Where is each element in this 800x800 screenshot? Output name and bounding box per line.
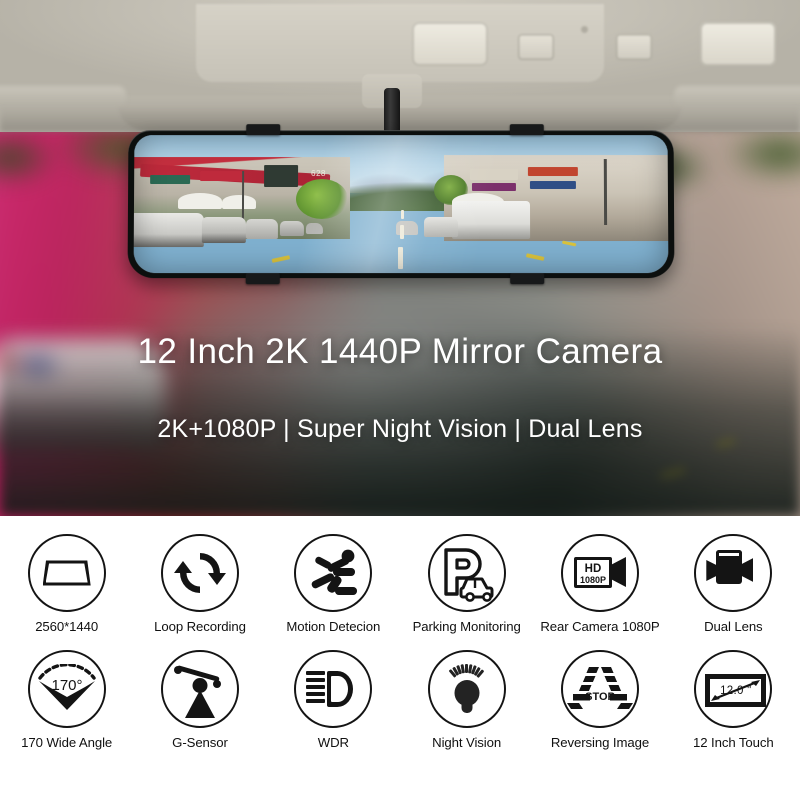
feature-label: G-Sensor <box>172 735 228 750</box>
diagonal-measure-arrow <box>711 680 761 701</box>
dome-light-console <box>196 4 776 82</box>
mirror-dashcam-product: 628 <box>127 124 675 285</box>
scene-building-number: 628 <box>311 169 326 179</box>
scene-umbrella <box>177 193 223 209</box>
hero-subtitle: 2K+1080P | Super Night Vision | Dual Len… <box>157 415 643 443</box>
dome-light-button <box>518 34 554 60</box>
feature-item-reversing-image: STOP Reversing Image <box>533 650 666 750</box>
feature-label: Motion Detecion <box>286 619 381 634</box>
sensor-weight <box>173 666 182 674</box>
sun-visor-right <box>674 86 800 106</box>
feature-row: 2560*1440 Loop Recording Motion Detecion… <box>0 534 800 634</box>
scene-van <box>451 201 531 240</box>
field-of-view-glyph: 170° <box>37 664 96 710</box>
feature-label: Loop Recording <box>154 619 246 634</box>
scene-car <box>424 217 459 238</box>
sun-visor-left <box>0 86 126 106</box>
feature-label: 12 Inch Touch <box>693 735 774 750</box>
scene-car <box>245 219 278 240</box>
feature-item-2560x1440: 2560*1440 <box>0 534 133 634</box>
dual-lens-icon <box>694 534 773 612</box>
motion-detection-icon <box>294 534 373 612</box>
feature-item-g-sensor: G-Sensor <box>133 650 266 750</box>
mirror-mount-clip <box>509 124 544 136</box>
feature-label: WDR <box>317 735 349 750</box>
feature-item-motion-detection: Motion Detecion <box>267 534 400 634</box>
feature-label: Reversing Image <box>550 735 650 750</box>
mirror-mount-clip <box>245 273 280 285</box>
dome-sensor-dot <box>581 26 588 33</box>
g-sensor-icon <box>160 650 239 728</box>
scene-car <box>133 212 204 248</box>
scene-tree <box>295 179 349 220</box>
loop-arrows-glyph <box>173 553 226 593</box>
feature-icons-panel: 2560*1440 Loop Recording Motion Detecion… <box>0 516 800 800</box>
feature-item-parking-monitoring: Parking Monitoring <box>400 534 533 634</box>
feature-label: Dual Lens <box>704 619 763 634</box>
night-vision-icon <box>427 650 506 728</box>
feature-item-night-vision: Night Vision <box>400 650 533 750</box>
product-marketing-page: 628 12 Inch 2K 1440P Mirror Camera 2K+10… <box>0 0 800 800</box>
feature-label: Parking Monitoring <box>412 619 521 634</box>
mirror-mount-clip <box>246 124 281 136</box>
hero-title: 12 Inch 2K 1440P Mirror Camera <box>137 332 663 371</box>
resolution-badge: 1080P <box>579 575 606 585</box>
parking-p-car-glyph <box>443 548 494 602</box>
sensor-pivot <box>192 678 208 693</box>
feature-item-loop-recording: Loop Recording <box>133 534 266 634</box>
mirror-display-screen: 628 <box>133 135 669 274</box>
feature-label: 170 Wide Angle <box>21 735 113 750</box>
hd-camcorder-icon: HD 1080P <box>560 534 639 612</box>
scene-car <box>279 221 304 237</box>
feature-label: Night Vision <box>432 735 502 750</box>
running-person-glyph <box>311 549 358 595</box>
feature-item-touch-screen: 12.0 " 12 Inch Touch <box>667 650 800 750</box>
feature-item-wide-angle: 170° 170 Wide Angle <box>0 650 133 750</box>
parking-monitoring-icon <box>427 534 506 612</box>
reversing-image-icon: STOP <box>560 650 639 728</box>
loop-recording-icon <box>160 534 239 612</box>
hero-banner: 628 12 Inch 2K 1440P Mirror Camera 2K+10… <box>0 0 800 516</box>
feature-label: 2560*1440 <box>35 619 99 634</box>
mirror-mount-clip <box>510 273 545 285</box>
stop-badge: STOP <box>585 691 615 703</box>
feature-item-rear-camera: HD 1080P Rear Camera 1080P <box>533 534 666 634</box>
feature-item-dual-lens: Dual Lens <box>667 534 800 634</box>
sensor-base <box>184 690 215 718</box>
wide-angle-icon: 170° <box>27 650 106 728</box>
scene-umbrella <box>221 195 257 209</box>
touch-screen-icon: 12.0 " <box>694 650 773 728</box>
reversing-guidelines-glyph: STOP <box>566 667 633 709</box>
lens-right <box>741 558 754 582</box>
camcorder-body: HD 1080P <box>573 557 612 588</box>
camera-body <box>716 556 743 584</box>
dome-light-lens <box>412 22 488 66</box>
sensor-weight <box>212 680 221 688</box>
feature-row: 170° 170 Wide Angle G-Sensor WDR Night V… <box>0 650 800 750</box>
feature-label: Rear Camera 1080P <box>540 619 660 634</box>
dome-light-button <box>616 34 652 60</box>
mirror-screen-icon <box>27 534 106 612</box>
dome-light-lens <box>700 22 776 66</box>
mirror-camera-feed: 628 <box>133 135 669 274</box>
camcorder-lens <box>609 557 626 587</box>
car-headliner <box>0 0 800 132</box>
hd-badge: HD <box>584 563 602 575</box>
wdr-headlight-icon <box>294 650 373 728</box>
wide-angle-badge: 170° <box>51 677 82 694</box>
scene-car <box>305 223 323 235</box>
feature-item-wdr: WDR <box>267 650 400 750</box>
scene-car <box>201 217 246 244</box>
